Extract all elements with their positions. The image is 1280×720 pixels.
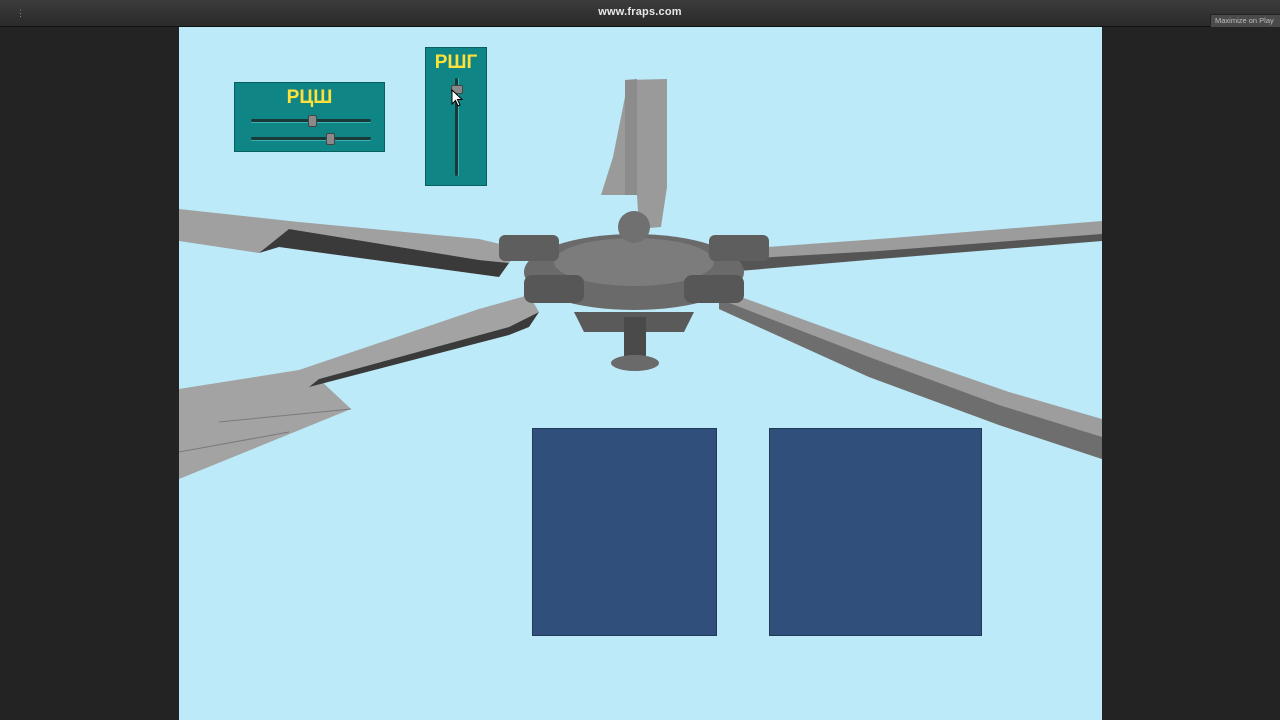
rotor-hub[interactable]	[499, 211, 769, 371]
rotor-blade-lower-left	[179, 295, 539, 479]
rshg-label: РШГ	[434, 52, 478, 73]
rshg-control-panel: РШГ	[425, 47, 487, 186]
window-titlebar: ⋮ www.fraps.com Maximize on Play	[0, 0, 1280, 28]
rotor-blade-upper-right	[739, 221, 1102, 271]
cockpit-view-right[interactable]	[769, 428, 982, 636]
rcsh-slider-1[interactable]	[251, 114, 371, 128]
game-viewport[interactable]: РЦШ РШГ	[179, 27, 1102, 720]
rotor-blade-upper-left	[179, 209, 521, 277]
mouse-pointer-icon	[451, 89, 463, 107]
maximize-on-play-button[interactable]: Maximize on Play	[1210, 14, 1280, 28]
window-title: www.fraps.com	[598, 6, 682, 18]
rotor-blade-top	[601, 79, 667, 229]
rcsh-slider-2[interactable]	[251, 132, 371, 146]
cockpit-view-left[interactable]	[532, 428, 717, 636]
slider-thumb[interactable]	[308, 115, 317, 127]
slider-track	[251, 137, 371, 140]
slider-thumb[interactable]	[326, 133, 335, 145]
rcsh-control-panel: РЦШ	[234, 82, 385, 152]
rcsh-label: РЦШ	[286, 87, 333, 108]
